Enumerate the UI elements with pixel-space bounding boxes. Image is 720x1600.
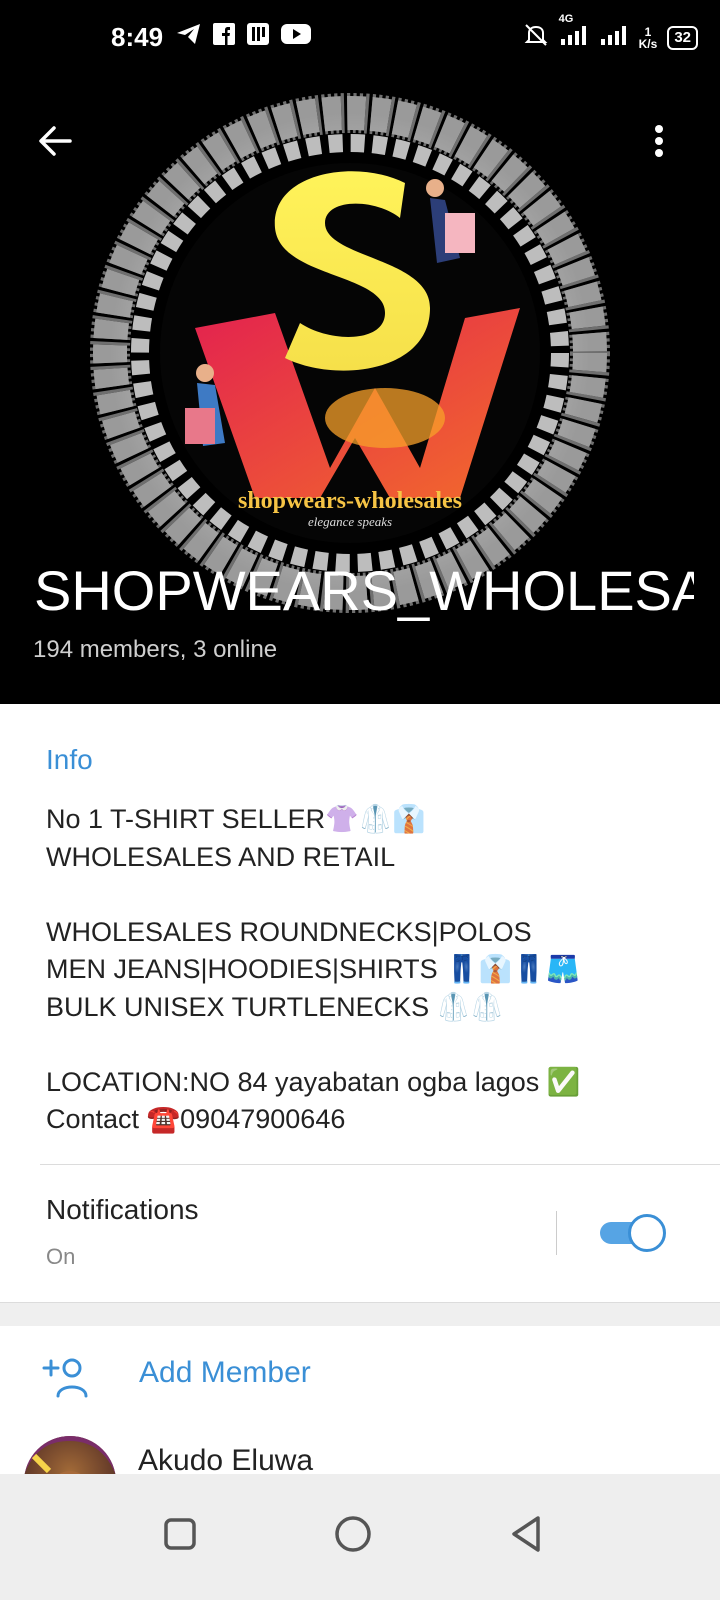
signal-icon: 4G bbox=[559, 13, 589, 52]
status-time: 8:49 bbox=[111, 22, 164, 52]
signal-icon-2 bbox=[599, 23, 629, 52]
back-button[interactable] bbox=[30, 115, 82, 167]
circle-icon bbox=[335, 1516, 371, 1552]
status-indicators: 4G 1 K/s 32 bbox=[523, 13, 698, 53]
add-person-icon bbox=[42, 1356, 94, 1405]
group-member-count: 194 members, 3 online bbox=[33, 636, 278, 663]
add-member-button[interactable]: Add Member bbox=[0, 1326, 720, 1422]
back-arrow-icon bbox=[39, 126, 72, 156]
network-speed-unit: K/s bbox=[638, 36, 658, 51]
info-section: Info No 1 T-SHIRT SELLER👚🥼👔 WHOLESALES A… bbox=[0, 704, 720, 1304]
info-label: Info bbox=[46, 744, 93, 775]
battery-icon: 32 bbox=[667, 25, 698, 50]
recent-apps-button[interactable] bbox=[150, 1504, 210, 1564]
parking-app-icon bbox=[246, 22, 270, 51]
group-title: SHOPWEARS_WHOLESALES bbox=[34, 559, 694, 622]
add-member-label: Add Member bbox=[139, 1356, 311, 1389]
telegram-icon bbox=[176, 22, 202, 51]
back-nav-button[interactable] bbox=[496, 1504, 556, 1564]
more-vert-icon bbox=[655, 125, 663, 157]
more-options-button[interactable] bbox=[648, 115, 700, 167]
notifications-status: On bbox=[46, 1244, 76, 1269]
section-gap bbox=[0, 1302, 720, 1327]
logo-text: shopwears-wholesales bbox=[238, 488, 462, 514]
notifications-title: Notifications bbox=[46, 1194, 199, 1225]
network-speed: 1 K/s bbox=[639, 26, 658, 50]
mute-notifications-icon bbox=[523, 22, 549, 53]
group-description: No 1 T-SHIRT SELLER👚🥼👔 WHOLESALES AND RE… bbox=[46, 804, 581, 1134]
member-name: Akudo Eluwa bbox=[138, 1444, 314, 1474]
member-list-item[interactable]: Akudo Eluwa bbox=[0, 1426, 720, 1474]
facebook-icon bbox=[212, 22, 236, 51]
square-icon bbox=[164, 1518, 196, 1550]
notifications-toggle[interactable] bbox=[598, 1214, 666, 1252]
status-app-icons bbox=[176, 22, 312, 51]
group-logo: shopwears-wholesales elegance speaks bbox=[90, 93, 610, 613]
youtube-icon bbox=[280, 22, 312, 51]
logo-tagline: elegance speaks bbox=[308, 514, 392, 529]
member-avatar bbox=[24, 1436, 116, 1474]
toggle-knob bbox=[628, 1214, 666, 1252]
system-navigation-bar bbox=[0, 1474, 720, 1600]
network-type: 4G bbox=[558, 13, 574, 25]
status-bar: 8:49 4G 1 K/s 32 bbox=[0, 0, 720, 88]
divider bbox=[40, 1164, 720, 1165]
home-button[interactable] bbox=[323, 1504, 383, 1564]
network-speed-value: 1 bbox=[644, 24, 652, 39]
vertical-separator bbox=[556, 1211, 557, 1255]
triangle-back-icon bbox=[512, 1516, 540, 1552]
members-section: Add Member Akudo Eluwa bbox=[0, 1326, 720, 1474]
group-header: shopwears-wholesales elegance speaks SHO… bbox=[0, 88, 720, 704]
